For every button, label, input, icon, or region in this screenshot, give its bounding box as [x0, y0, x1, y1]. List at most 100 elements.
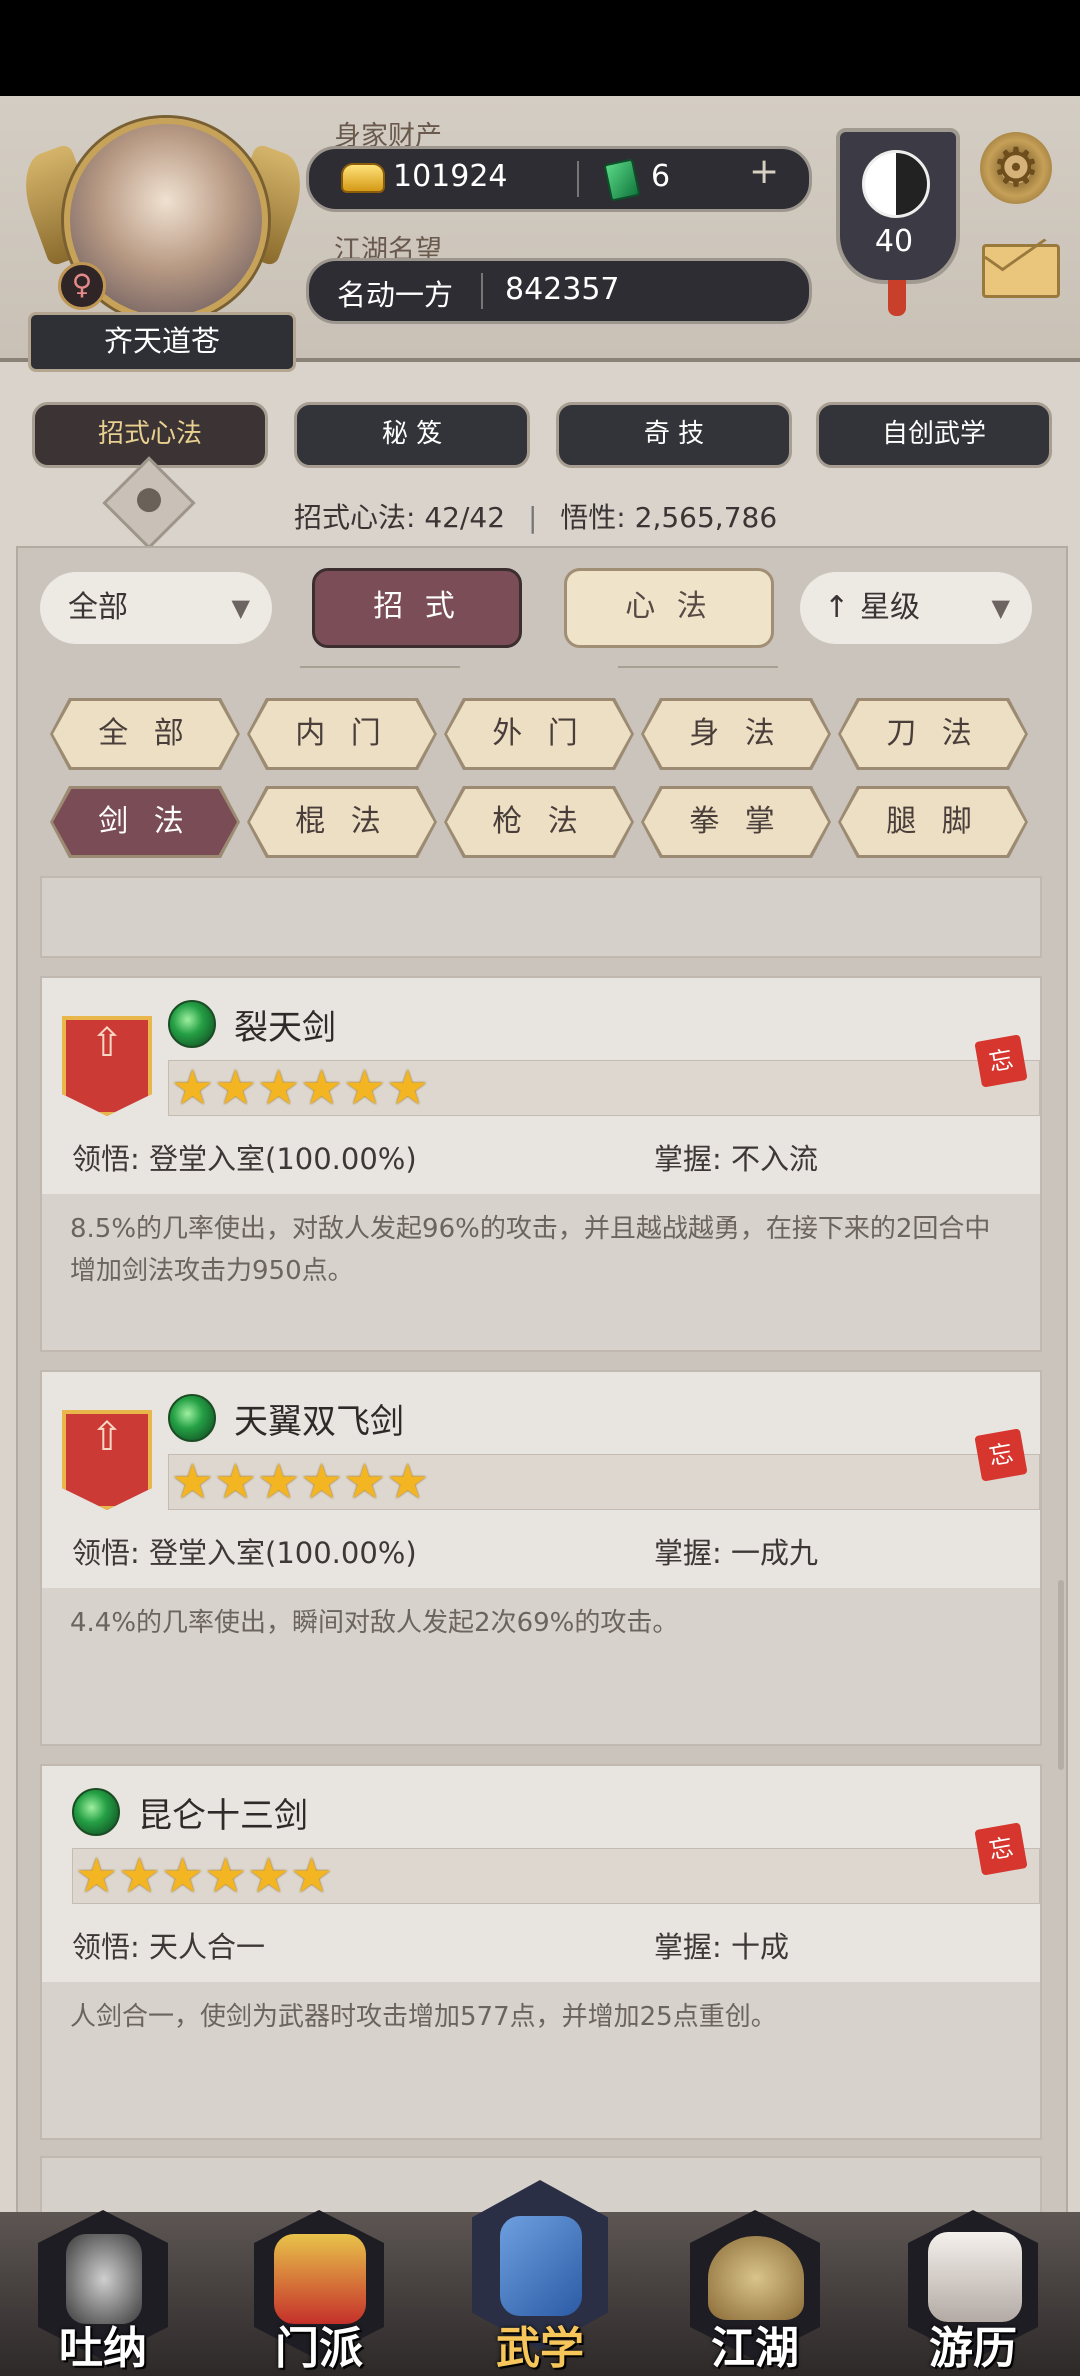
settings-gear-icon[interactable]: ⚙: [980, 132, 1052, 204]
mail-icon[interactable]: [982, 244, 1060, 298]
jade-skill-icon: [168, 1394, 216, 1442]
moves-label: 招式心法:: [294, 501, 416, 534]
summary-line: 招式心法: 42/42 | 悟性: 2,565,786: [294, 496, 777, 536]
toggle-moves-button[interactable]: 招 式: [312, 568, 522, 648]
sort-label: 星级: [860, 590, 920, 625]
star-icon: ★★★★★★: [171, 1060, 430, 1116]
arrow-up-icon: ⇧: [90, 1414, 124, 1460]
mastery-label: 掌握:: [654, 1536, 722, 1570]
comprehension: 领悟: 登堂入室(100.00%): [72, 1136, 417, 1178]
category-fist[interactable]: 拳 掌: [644, 789, 828, 855]
mastery: 掌握: 十成: [654, 1924, 789, 1966]
skill-name: 裂天剑: [234, 1008, 336, 1048]
category-kick[interactable]: 腿 脚: [841, 789, 1025, 855]
category-staff[interactable]: 棍 法: [250, 789, 434, 855]
mastery-value: 一成九: [731, 1536, 819, 1570]
skill-card[interactable]: ⇧ 天翼双飞剑 ★★★★★★ 忘 领悟: 登堂入室(100.00%) 掌握: 一…: [40, 1370, 1042, 1746]
skill-description-box: 4.4%的几率使出，瞬间对敌人发起2次69%的攻击。: [42, 1588, 1040, 1744]
fame-rank: 名动一方: [337, 278, 454, 312]
comprehension-value: 天人合一: [149, 1930, 266, 1964]
category-sword[interactable]: 剑 法: [53, 789, 237, 855]
scrollbar[interactable]: [1058, 1580, 1064, 1770]
moves-count: 42/42: [424, 501, 506, 534]
category-spear[interactable]: 枪 法: [447, 789, 631, 855]
category-inner[interactable]: 内 门: [250, 701, 434, 767]
comprehension-label: 领悟:: [72, 1142, 140, 1176]
star-icon: ★★★★★★: [75, 1848, 334, 1904]
star-rating: ★★★★★★: [72, 1848, 1040, 1904]
star-rating: ★★★★★★: [168, 1454, 1040, 1510]
insight-value: 2,565,786: [634, 501, 778, 534]
toggle-methods-button[interactable]: 心 法: [564, 568, 774, 648]
book-icon: [500, 2216, 582, 2316]
mastery-value: 不入流: [731, 1142, 819, 1176]
ornament-divider: [300, 666, 460, 668]
tab-special-skills[interactable]: 奇 技: [556, 402, 792, 468]
status-bar: [0, 0, 1080, 96]
horse-icon: [928, 2232, 1022, 2322]
category-dropdown[interactable]: 全部 ▼: [40, 572, 272, 644]
nav-martial-arts-label: 武学: [496, 2323, 584, 2374]
jade-skill-icon: [168, 1000, 216, 1048]
nav-travel-label: 游历: [929, 2323, 1017, 2374]
skill-name: 昆仑十三剑: [138, 1796, 308, 1836]
tassel-ornament: [888, 280, 906, 316]
comprehension: 领悟: 登堂入室(100.00%): [72, 1530, 417, 1572]
mastery: 掌握: 一成九: [654, 1530, 818, 1572]
divider: |: [527, 501, 538, 534]
arrow-up-icon: ⇧: [90, 1020, 124, 1066]
upgrade-badge-icon[interactable]: ⇧: [62, 1410, 152, 1510]
player-name: 齐天道苍: [28, 312, 296, 372]
divider: [481, 273, 483, 309]
skill-description-box: 8.5%的几率使出，对敌人发起96%的攻击，并且越战越勇，在接下来的2回合中增加…: [42, 1194, 1040, 1350]
category-all[interactable]: 全 部: [53, 701, 237, 767]
forget-button[interactable]: 忘: [974, 1034, 1028, 1088]
skill-name: 天翼双飞剑: [234, 1402, 404, 1442]
divider: [577, 161, 579, 197]
category-outer[interactable]: 外 门: [447, 701, 631, 767]
chevron-down-icon: ▼: [991, 594, 1010, 622]
ornament-divider: [618, 666, 778, 668]
insight-label: 悟性:: [560, 501, 626, 534]
category-blade[interactable]: 刀 法: [841, 701, 1025, 767]
skill-description-box: 人剑合一，使剑为武器时攻击增加577点，并增加25点重创。: [42, 1982, 1040, 2138]
dropdown-value: 全部: [68, 590, 128, 625]
wealth-bar: 101924 6 +: [306, 146, 812, 212]
comprehension-value: 登堂入室(100.00%): [149, 1142, 417, 1176]
add-currency-button[interactable]: +: [749, 151, 779, 192]
skill-description: 4.4%的几率使出，瞬间对敌人发起2次69%的攻击。: [70, 1608, 679, 1638]
comprehension-label: 领悟:: [72, 1536, 140, 1570]
star-icon: ★★★★★★: [171, 1454, 430, 1510]
nav-sect-label: 门派: [275, 2323, 363, 2374]
skill-card[interactable]: ⇧ 裂天剑 ★★★★★★ 忘 领悟: 登堂入室(100.00%) 掌握: 不入流…: [40, 976, 1042, 1352]
straw-hat-icon: [708, 2236, 804, 2320]
upgrade-badge-icon[interactable]: ⇧: [62, 1016, 152, 1116]
jade-skill-icon: [72, 1788, 120, 1836]
skill-description: 人剑合一，使剑为武器时攻击增加577点，并增加25点重创。: [70, 2002, 777, 2032]
yin-yang-icon: [862, 150, 930, 218]
arrow-up-icon: ↑: [824, 590, 850, 625]
forget-button[interactable]: 忘: [974, 1822, 1028, 1876]
comprehension-value: 登堂入室(100.00%): [149, 1536, 417, 1570]
skill-description: 8.5%的几率使出，对敌人发起96%的攻击，并且越战越勇，在接下来的2回合中增加…: [70, 1214, 991, 1286]
jade-amount: 6: [651, 159, 671, 194]
mastery: 掌握: 不入流: [654, 1136, 818, 1178]
nav-meditate-label: 吐纳: [59, 2323, 147, 2374]
forget-button[interactable]: 忘: [974, 1428, 1028, 1482]
mastery-label: 掌握:: [654, 1142, 722, 1176]
fame-bar: 名动一方 842357: [306, 258, 812, 324]
level-badge[interactable]: 40: [836, 128, 960, 316]
eye-icon[interactable]: [102, 456, 196, 550]
chevron-down-icon: ▼: [231, 594, 250, 622]
gender-icon: ♀: [58, 262, 106, 310]
tab-secret-books[interactable]: 秘 笈: [294, 402, 530, 468]
sort-dropdown[interactable]: ↑ 星级 ▼: [800, 572, 1032, 644]
skill-card[interactable]: 昆仑十三剑 ★★★★★★ 忘 领悟: 天人合一 掌握: 十成 人剑合一，使剑为武…: [40, 1764, 1042, 2140]
star-rating: ★★★★★★: [168, 1060, 1040, 1116]
gold-amount: 101924: [393, 159, 508, 194]
meditate-icon: [66, 2234, 142, 2324]
category-movement[interactable]: 身 法: [644, 701, 828, 767]
mastery-value: 十成: [731, 1930, 790, 1964]
nav-jianghu-label: 江湖: [711, 2323, 799, 2374]
tab-self-created[interactable]: 自创武学: [816, 402, 1052, 468]
